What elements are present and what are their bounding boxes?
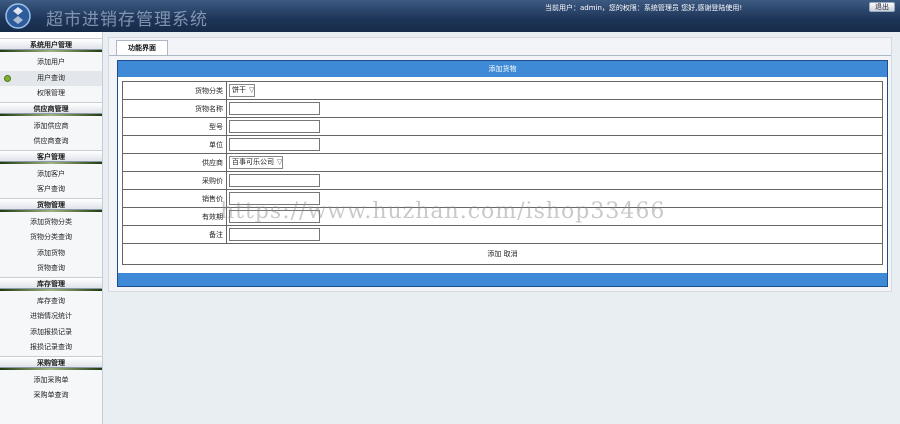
sidebar-section-supplier[interactable]: 供应商管理	[0, 101, 102, 116]
sidebar-item-loss-record-query[interactable]: 报损记录查询	[0, 340, 102, 356]
add-goods-panel: 添加货物 货物分类 饼干 ▽ 货物名称 型号 单位 供应商 百事可乐公司 ▽ 采…	[117, 60, 888, 287]
tab-function[interactable]: 功能界面	[116, 40, 168, 55]
sidebar-item-sales-stats[interactable]: 进销情况统计	[0, 309, 102, 325]
sidebar-item-inventory-query[interactable]: 库存查询	[0, 294, 102, 310]
form-row: 备注	[122, 225, 883, 244]
chevron-down-icon: ▽	[277, 158, 283, 166]
sidebar-section-purchase[interactable]: 采购管理	[0, 355, 102, 370]
field-label: 货物分类	[122, 81, 227, 100]
sidebar-item-purchase-order-query[interactable]: 采购单查询	[0, 388, 102, 404]
sidebar-item-permission[interactable]: 权限管理	[0, 86, 102, 102]
panel-title: 添加货物	[118, 61, 887, 77]
sidebar-item-goods-query[interactable]: 货物查询	[0, 261, 102, 277]
form-row: 货物分类 饼干 ▽	[122, 81, 883, 100]
sidebar-section-customer[interactable]: 客户管理	[0, 149, 102, 164]
field-label: 型号	[122, 117, 227, 136]
sidebar-item-add-supplier[interactable]: 添加供应商	[0, 119, 102, 135]
form-actions-row: 添加 取消	[122, 243, 883, 265]
field-label: 备注	[122, 225, 227, 244]
field-label: 单位	[122, 135, 227, 154]
form-row: 型号	[122, 117, 883, 136]
cancel-button[interactable]: 取消	[504, 250, 518, 258]
sidebar-section-goods[interactable]: 货物管理	[0, 197, 102, 212]
add-button[interactable]: 添加	[487, 250, 501, 258]
app-header: 超市进销存管理系统 当前用户：admin，您的权限：系统管理员 您好,感谢登陆使…	[0, 0, 900, 32]
sidebar-item-add-loss-record[interactable]: 添加报损记录	[0, 325, 102, 341]
sidebar-item-add-customer[interactable]: 添加客户	[0, 167, 102, 183]
logout-button[interactable]: 退出	[869, 2, 895, 12]
field-label: 采购价	[122, 171, 227, 190]
category-select[interactable]: 饼干 ▽	[229, 84, 256, 97]
sidebar-item-label: 用户查询	[37, 73, 65, 82]
purchase-price-input[interactable]	[229, 174, 320, 187]
sidebar: 系统用户管理 添加用户 用户查询 权限管理 供应商管理 添加供应商 供应商查询 …	[0, 32, 103, 424]
field-label: 货物名称	[122, 99, 227, 118]
sidebar-item-add-goods[interactable]: 添加货物	[0, 246, 102, 262]
sidebar-item-add-goods-category[interactable]: 添加货物分类	[0, 215, 102, 231]
sidebar-item-customer-query[interactable]: 客户查询	[0, 182, 102, 198]
form-row: 单位	[122, 135, 883, 154]
form-row: 采购价	[122, 171, 883, 190]
user-info: 当前用户：admin，您的权限：系统管理员 您好,感谢登陆使用!	[545, 4, 743, 12]
active-bullet-icon	[4, 74, 11, 82]
logo-icon	[5, 3, 31, 29]
remark-input[interactable]	[229, 228, 320, 241]
form-row: 货物名称	[122, 99, 883, 118]
field-label: 供应商	[122, 153, 227, 172]
app-title: 超市进销存管理系统	[46, 10, 208, 30]
sidebar-item-user-query[interactable]: 用户查询	[0, 70, 102, 86]
sidebar-section-inventory[interactable]: 库存管理	[0, 276, 102, 291]
watermark: https://www.huzhan.com/ishop33466	[220, 199, 666, 224]
field-label: 销售价	[122, 189, 227, 208]
sidebar-section-user-admin[interactable]: 系统用户管理	[0, 38, 102, 52]
unit-input[interactable]	[229, 138, 320, 151]
sidebar-item-goods-category-query[interactable]: 货物分类查询	[0, 230, 102, 246]
field-label: 有效期	[122, 207, 227, 226]
sidebar-item-supplier-query[interactable]: 供应商查询	[0, 134, 102, 150]
chevron-down-icon: ▽	[249, 86, 255, 94]
model-input[interactable]	[229, 120, 320, 133]
supplier-select[interactable]: 百事可乐公司 ▽	[229, 156, 284, 169]
sidebar-item-add-purchase-order[interactable]: 添加采购单	[0, 373, 102, 389]
add-goods-form: 货物分类 饼干 ▽ 货物名称 型号 单位 供应商 百事可乐公司 ▽ 采购价 销售…	[122, 81, 883, 265]
sidebar-item-add-user[interactable]: 添加用户	[0, 55, 102, 71]
form-row: 供应商 百事可乐公司 ▽	[122, 153, 883, 172]
panel-footer	[118, 273, 887, 286]
main-area: 功能界面 添加货物 货物分类 饼干▽ 货物名称 型号 单位 供应商 百事可乐公	[108, 37, 892, 292]
goods-name-input[interactable]	[229, 102, 320, 115]
